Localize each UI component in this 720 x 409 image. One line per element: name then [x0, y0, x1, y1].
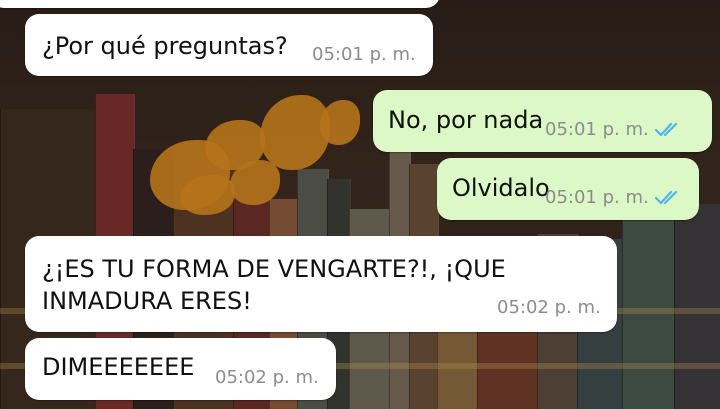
message-bubble-incoming[interactable]: ¿Por qué preguntas? 05:01 p. m.	[25, 14, 433, 76]
message-meta: 05:01 p. m.	[545, 119, 683, 144]
message-bubble-outgoing[interactable]: Olvidalo 05:01 p. m.	[437, 158, 699, 220]
message-text: ¿Por qué preguntas?	[42, 32, 288, 60]
double-check-read-icon	[654, 122, 683, 144]
message-bubble-incoming[interactable]: ¿¡ES TU FORMA DE VENGARTE?!, ¡QUE INMADU…	[25, 236, 617, 332]
message-bubble-incoming[interactable]	[0, 0, 440, 8]
message-timestamp: 05:01 p. m.	[545, 187, 649, 208]
message-timestamp: 05:01 p. m.	[545, 119, 649, 140]
message-text: Olvidalo	[452, 174, 550, 202]
message-bubble-incoming[interactable]: DIMEEEEEEE 05:02 p. m.	[25, 338, 336, 400]
message-bubble-outgoing[interactable]: No, por nada 05:01 p. m.	[373, 90, 712, 152]
message-text: No, por nada	[388, 106, 544, 134]
message-timestamp: 05:02 p. m.	[497, 297, 601, 318]
message-text-line: INMADURA ERES!	[42, 287, 252, 315]
double-check-read-icon	[654, 190, 683, 212]
message-text-line: ¿¡ES TU FORMA DE VENGARTE?!, ¡QUE	[42, 255, 506, 283]
message-text: DIMEEEEEEE	[42, 353, 195, 381]
message-meta: 05:01 p. m.	[545, 187, 683, 212]
message-timestamp: 05:01 p. m.	[312, 44, 416, 65]
message-timestamp: 05:02 p. m.	[215, 367, 319, 388]
